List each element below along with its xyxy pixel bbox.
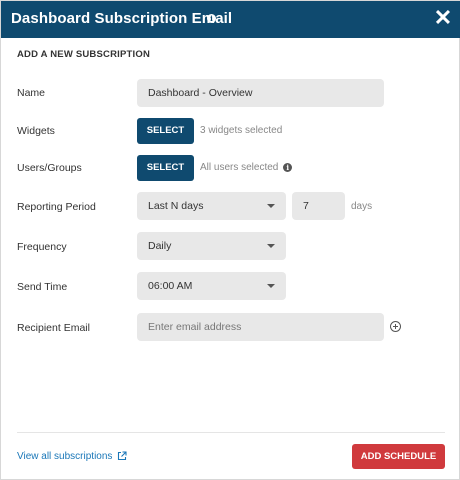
section-heading: ADD A NEW SUBSCRIPTION (17, 49, 151, 60)
reporting-period-select[interactable]: Last N days (137, 192, 286, 220)
period-count-input[interactable]: 7 (292, 192, 345, 220)
send-time-select[interactable]: 06:00 AM (137, 272, 286, 300)
name-label: Name (17, 87, 46, 99)
frequency-select[interactable]: Daily (137, 232, 286, 260)
dialog-title: Dashboard Subscription Email (11, 10, 233, 27)
add-schedule-button[interactable]: ADD SCHEDULE (352, 444, 445, 469)
chevron-down-icon (267, 204, 275, 208)
dialog-title-bar: Dashboard Subscription Email i ✕ (1, 1, 460, 38)
chevron-down-icon (267, 284, 275, 288)
close-icon[interactable]: ✕ (433, 7, 453, 29)
info-icon[interactable]: i (207, 14, 216, 23)
users-groups-label: Users/Groups (17, 162, 82, 174)
send-time-label: Send Time (17, 281, 68, 293)
users-groups-select-button[interactable]: SELECT (137, 155, 194, 181)
recipient-email-label: Recipient Email (17, 322, 90, 334)
period-unit-text: days (351, 201, 373, 212)
footer-divider (17, 432, 445, 433)
external-link-icon (118, 451, 127, 461)
widgets-label: Widgets (17, 125, 55, 137)
recipient-email-input[interactable]: Enter email address (137, 313, 384, 341)
frequency-value: Daily (148, 240, 172, 252)
subscription-dialog: Dashboard Subscription Email i ✕ ADD A N… (0, 0, 460, 480)
chevron-down-icon (267, 244, 275, 248)
frequency-label: Frequency (17, 241, 67, 253)
add-recipient-icon[interactable] (390, 321, 401, 332)
name-field[interactable]: Dashboard - Overview (137, 79, 384, 107)
widgets-helper-text: 3 widgets selected (200, 125, 283, 136)
reporting-period-label: Reporting Period (17, 201, 96, 213)
users-groups-helper: All users selected i (200, 162, 293, 173)
view-all-subscriptions-link[interactable]: View all subscriptions (17, 451, 127, 462)
info-icon[interactable]: i (283, 162, 293, 172)
widgets-select-button[interactable]: SELECT (137, 118, 194, 144)
users-groups-helper-text: All users selected (200, 162, 279, 173)
send-time-value: 06:00 AM (148, 280, 193, 292)
reporting-period-value: Last N days (148, 200, 204, 212)
view-all-subscriptions-text: View all subscriptions (17, 451, 113, 462)
